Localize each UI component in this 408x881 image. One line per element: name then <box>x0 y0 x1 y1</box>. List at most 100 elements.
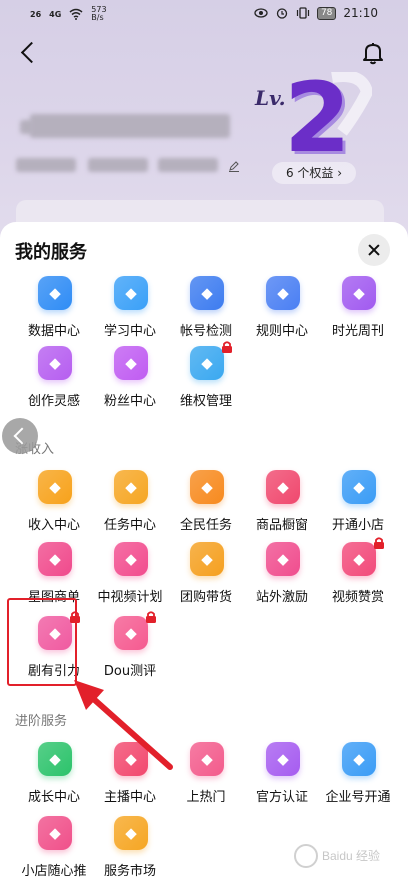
service-item[interactable]: ◆ 任务中心 <box>92 470 168 540</box>
fans-center-icon: ◆ <box>114 346 148 380</box>
signal-indicator-1: 26 <box>30 9 42 19</box>
star-map-icon: ◆ <box>38 542 72 576</box>
service-item-label: 企业号开通 <box>325 790 391 805</box>
open-shop-icon: ◆ <box>342 470 376 504</box>
alarm-icon <box>276 8 288 19</box>
username-blurred <box>30 114 230 138</box>
service-item[interactable]: ◆ 小店随心推 <box>16 816 92 881</box>
icon-glyph: ◆ <box>125 284 137 302</box>
service-item[interactable]: ◆ 官方认证 <box>244 742 320 812</box>
icon-glyph: ◆ <box>125 354 137 372</box>
lock-icon <box>146 611 156 623</box>
sheet-title: 我的服务 <box>15 242 87 263</box>
status-bar: 26 4G 573 B/s 78 21:10 <box>0 0 408 28</box>
shop-promote-icon: ◆ <box>38 816 72 850</box>
go-trending-icon: ◆ <box>190 742 224 776</box>
icon-glyph: ◆ <box>201 284 213 302</box>
account-check-icon: ◆ <box>190 276 224 310</box>
icon-glyph: ◆ <box>125 824 137 842</box>
annotation-arrow <box>74 680 173 770</box>
lock-icon <box>374 537 384 549</box>
icon-glyph: ◆ <box>49 354 61 372</box>
service-item[interactable]: ◆ 时光周刊 <box>320 276 396 346</box>
service-item-label: 服务市场 <box>103 864 156 879</box>
service-item-label: 视频赞赏 <box>331 590 384 605</box>
rights-protection-icon: ◆ <box>190 346 224 380</box>
icon-glyph: ◆ <box>353 478 365 496</box>
level-number: 2 <box>284 62 351 174</box>
inspiration-icon: ◆ <box>38 346 72 380</box>
icon-glyph: ◆ <box>49 824 61 842</box>
task-center-icon: ◆ <box>114 470 148 504</box>
service-market-icon: ◆ <box>114 816 148 850</box>
income-center-icon: ◆ <box>38 470 72 504</box>
floating-back-button[interactable] <box>2 418 38 454</box>
icon-glyph: ◆ <box>49 478 61 496</box>
edit-icon[interactable] <box>228 160 240 172</box>
icon-glyph: ◆ <box>277 284 289 302</box>
service-item[interactable]: ◆ 帐号检测 <box>168 276 244 346</box>
service-item-label: 开通小店 <box>331 518 384 533</box>
service-item[interactable]: ◆ 团购带货 <box>168 542 244 612</box>
dou-review-icon: ◆ <box>114 616 148 650</box>
service-item-label: 时光周刊 <box>331 324 384 339</box>
enterprise-account-icon: ◆ <box>342 742 376 776</box>
signal-indicator-2: 4G <box>49 9 62 19</box>
offsite-reward-icon: ◆ <box>266 542 300 576</box>
icon-glyph: ◆ <box>201 750 213 768</box>
service-item[interactable]: ◆ 站外激励 <box>244 542 320 612</box>
battery-indicator: 78 <box>316 6 337 20</box>
service-item[interactable]: ◆ 学习中心 <box>92 276 168 346</box>
bell-icon[interactable] <box>360 40 386 66</box>
eye-icon <box>254 8 268 18</box>
service-item[interactable]: ◆ 创作灵感 <box>16 346 92 416</box>
service-item[interactable]: ◆ 收入中心 <box>16 470 92 540</box>
icon-glyph: ◆ <box>201 550 213 568</box>
service-item[interactable]: ◆ 商品橱窗 <box>244 470 320 540</box>
icon-glyph: ◆ <box>201 354 213 372</box>
video-tip-icon: ◆ <box>342 542 376 576</box>
service-item[interactable]: ◆ 规则中心 <box>244 276 320 346</box>
icon-glyph: ◆ <box>277 750 289 768</box>
service-item[interactable]: ◆ 开通小店 <box>320 470 396 540</box>
clock: 21:10 <box>343 6 378 20</box>
lock-icon <box>222 341 232 353</box>
close-button[interactable] <box>358 234 390 266</box>
service-item[interactable]: ◆ 企业号开通 <box>320 742 396 812</box>
user-info-blurred-1 <box>16 158 76 172</box>
public-task-icon: ◆ <box>190 470 224 504</box>
level-prefix: Lv. <box>255 86 286 110</box>
icon-glyph: ◆ <box>49 550 61 568</box>
service-item[interactable]: ◆ 维权管理 <box>168 341 244 416</box>
service-item-label: 维权管理 <box>179 394 232 409</box>
watermark: Baidu 经验 <box>292 836 392 876</box>
service-item[interactable]: ◆ 服务市场 <box>92 816 168 881</box>
wifi-icon <box>69 8 83 20</box>
official-verify-icon: ◆ <box>266 742 300 776</box>
icon-glyph: ◆ <box>125 550 137 568</box>
time-weekly-icon: ◆ <box>342 276 376 310</box>
services-sheet: 我的服务 ◆ 数据中心 ◆ 学习中心 ◆ 帐号检测 ◆ 规则中心 ◆ 时光周刊 ◆ 创作灵感 ◆ 粉丝中心… <box>0 222 408 881</box>
icon-glyph: ◆ <box>49 284 61 302</box>
service-item[interactable]: ◆ 数据中心 <box>16 276 92 346</box>
group-buy-icon: ◆ <box>190 542 224 576</box>
vibrate-icon <box>296 7 310 19</box>
rights-button[interactable]: 6 个权益 › <box>272 162 356 184</box>
data-center-icon: ◆ <box>38 276 72 310</box>
icon-glyph: ◆ <box>353 750 365 768</box>
service-item[interactable]: ◆ 视频赞赏 <box>320 537 396 612</box>
learning-center-icon: ◆ <box>114 276 148 310</box>
mid-video-icon: ◆ <box>114 542 148 576</box>
service-item[interactable]: ◆ 全民任务 <box>168 470 244 540</box>
service-item[interactable]: ◆ 粉丝中心 <box>92 346 168 416</box>
back-button[interactable] <box>16 40 42 66</box>
user-info-blurred-3 <box>158 158 218 172</box>
service-item[interactable]: ◆ 中视频计划 <box>92 542 168 612</box>
icon-glyph: ◆ <box>125 478 137 496</box>
net-speed: 573 B/s <box>91 5 107 22</box>
baidu-paw-icon <box>294 844 318 868</box>
rules-center-icon: ◆ <box>266 276 300 310</box>
product-window-icon: ◆ <box>266 470 300 504</box>
icon-glyph: ◆ <box>277 478 289 496</box>
icon-glyph: ◆ <box>353 284 365 302</box>
